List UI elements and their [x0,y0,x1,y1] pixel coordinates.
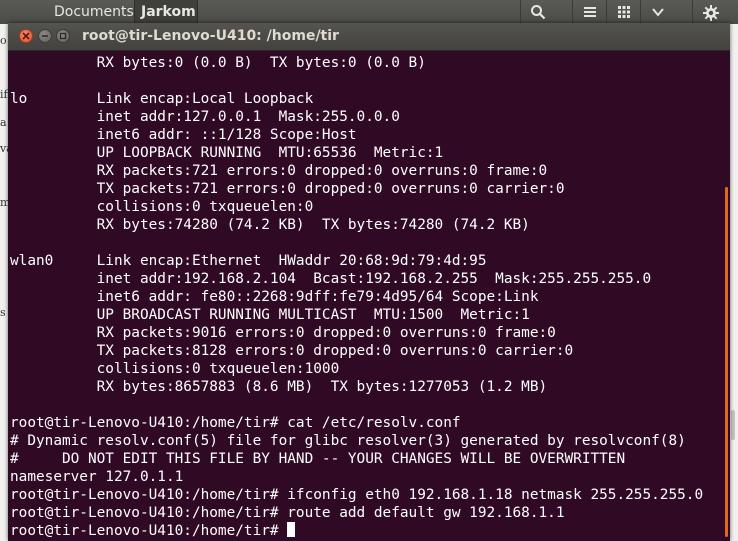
background-toolbar: Documents Jarkom [0,0,738,24]
terminal-line: lo Link encap:Local Loopback [10,91,331,107]
terminal-line: inet addr:192.168.2.104 Bcast:192.168.2.… [10,271,652,287]
maximize-button[interactable] [56,29,70,43]
terminal-line: inet6 addr: ::1/128 Scope:Host [10,127,357,143]
terminal-cursor [287,522,296,537]
terminal-line: UP LOOPBACK RUNNING MTU:65536 Metric:1 [10,145,444,161]
terminal-line: # Dynamic resolv.conf(5) file for glibc … [10,433,686,449]
window-title: root@tir-Lenovo-U410: /home/tir [82,28,339,44]
terminal-line: inet addr:127.0.0.1 Mask:255.0.0.0 [10,109,400,125]
terminal-line: RX packets:721 errors:0 dropped:0 overru… [10,163,548,179]
terminal-line: nameserver 127.0.1.1 [10,469,184,485]
background-text-fragment: a [0,116,7,129]
terminal-line: collisions:0 txqueuelen:1000 [10,361,348,377]
terminal-scrollbar[interactable] [724,51,730,541]
search-button[interactable] [520,0,554,24]
background-text-fragment: s [0,306,6,319]
terminal-scrollbar-thumb[interactable] [725,187,728,537]
terminal-line: root@tir-Lenovo-U410:/home/tir# route ad… [10,505,565,521]
list-view-button[interactable] [572,0,606,24]
dropdown-button[interactable] [640,0,674,24]
terminal-line: RX bytes:0 (0.0 B) TX bytes:0 (0.0 B) [10,55,426,71]
terminal-line: inet6 addr: fe80::2268:9dff:fe79:4d95/64… [10,289,539,305]
terminal-line: UP BROADCAST RUNNING MULTICAST MTU:1500 … [10,307,530,323]
background-tab-jarkom[interactable]: Jarkom [134,0,198,24]
terminal-line: RX packets:9016 errors:0 dropped:0 overr… [10,325,556,341]
background-scrollbar[interactable] [731,410,735,440]
screen: Documents Jarkom o ifi a va m s root@tir… [0,0,738,541]
close-button[interactable] [19,29,33,43]
terminal-line: # DO NOT EDIT THIS FILE BY HAND -- YOUR … [10,451,626,467]
terminal-prompt: root@tir-Lenovo-U410:/home/tir# [10,523,288,539]
terminal-window: root@tir-Lenovo-U410: /home/tir RX bytes… [8,23,730,541]
terminal-output[interactable]: RX bytes:0 (0.0 B) TX bytes:0 (0.0 B) lo… [8,51,722,541]
minimize-button[interactable] [38,29,52,43]
grid-view-button[interactable] [606,0,640,24]
terminal-line: RX bytes:8657883 (8.6 MB) TX bytes:12770… [10,379,548,395]
terminal-line: root@tir-Lenovo-U410:/home/tir# cat /etc… [10,415,461,431]
terminal-line: TX packets:721 errors:0 dropped:0 overru… [10,181,565,197]
terminal-prompt-line[interactable]: root@tir-Lenovo-U410:/home/tir# [10,522,296,540]
window-titlebar[interactable]: root@tir-Lenovo-U410: /home/tir [8,23,730,51]
terminal-line: root@tir-Lenovo-U410:/home/tir# ifconfig… [10,487,704,503]
terminal-line: wlan0 Link encap:Ethernet HWaddr 20:68:9… [10,253,504,269]
settings-button[interactable] [692,0,728,24]
terminal-line: RX bytes:74280 (74.2 KB) TX bytes:74280 … [10,217,530,233]
terminal-line: TX packets:8128 errors:0 dropped:0 overr… [10,343,574,359]
background-tab-documents[interactable]: Documents [48,0,134,24]
background-text-fragment: o [0,34,7,47]
terminal-line: collisions:0 txqueuelen:0 [10,199,322,215]
